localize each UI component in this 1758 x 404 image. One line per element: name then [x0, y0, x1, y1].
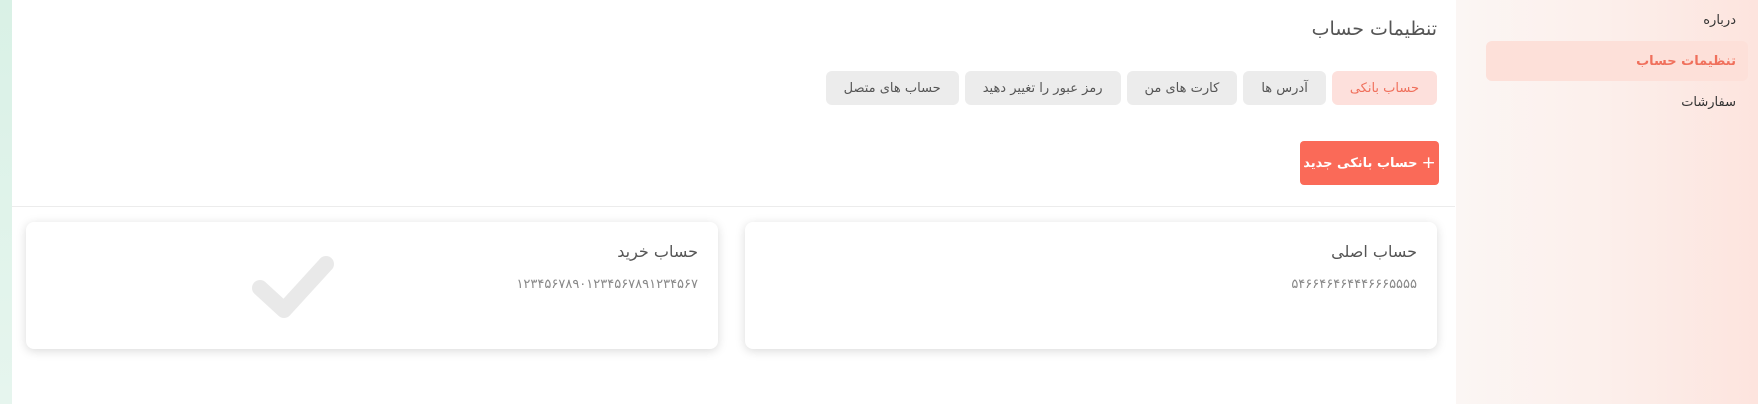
sidebar-item-label: درباره	[1703, 12, 1736, 28]
check-icon	[252, 256, 334, 318]
plus-icon: +	[1421, 153, 1436, 173]
sidebar-item-about[interactable]: درباره	[1486, 0, 1748, 40]
add-bank-account-label: حساب بانکی جدید	[1303, 155, 1418, 171]
bank-account-card-main[interactable]: حساب اصلی ۵۴۶۶۴۶۴۶۴۴۴۶۶۶۵۵۵۵	[745, 222, 1437, 349]
page-title: تنظیمات حساب	[1311, 18, 1437, 40]
add-bank-account-button[interactable]: + حساب بانکی جدید	[1300, 141, 1439, 185]
main-panel: تنظیمات حساب حساب بانکی آدرس ها کارت های…	[12, 0, 1455, 404]
tab-my-cards[interactable]: کارت های من	[1126, 71, 1238, 105]
sidebar-item-label: سفارشات	[1681, 94, 1736, 110]
card-account-number: ۵۴۶۶۴۶۴۶۴۴۴۶۶۶۵۵۵۵	[1291, 277, 1417, 292]
tab-change-password[interactable]: رمز عبور را تغییر دهید	[964, 71, 1121, 105]
bank-account-card-shopping[interactable]: حساب خرید ۱۲۳۴۵۶۷۸۹۰۱۲۳۴۵۶۷۸۹۱۲۳۴۵۶۷	[26, 222, 718, 349]
section-divider	[12, 206, 1455, 207]
tab-addresses[interactable]: آدرس ها	[1243, 71, 1326, 105]
card-title: حساب اصلی	[1331, 242, 1417, 261]
card-title: حساب خرید	[617, 242, 698, 261]
sidebar-item-orders[interactable]: سفارشات	[1486, 82, 1748, 122]
sidebar: درباره تنظیمات حساب سفارشات	[1456, 0, 1758, 404]
sidebar-item-label: تنظیمات حساب	[1636, 53, 1736, 69]
tab-bank-account[interactable]: حساب بانکی	[1331, 71, 1437, 105]
tab-connected-accounts[interactable]: حساب های متصل	[825, 71, 959, 105]
sidebar-item-account-settings[interactable]: تنظیمات حساب	[1486, 41, 1748, 81]
card-account-number: ۱۲۳۴۵۶۷۸۹۰۱۲۳۴۵۶۷۸۹۱۲۳۴۵۶۷	[516, 277, 698, 292]
settings-tabs: حساب بانکی آدرس ها کارت های من رمز عبور …	[825, 71, 1437, 105]
left-edge-strip	[0, 0, 12, 404]
